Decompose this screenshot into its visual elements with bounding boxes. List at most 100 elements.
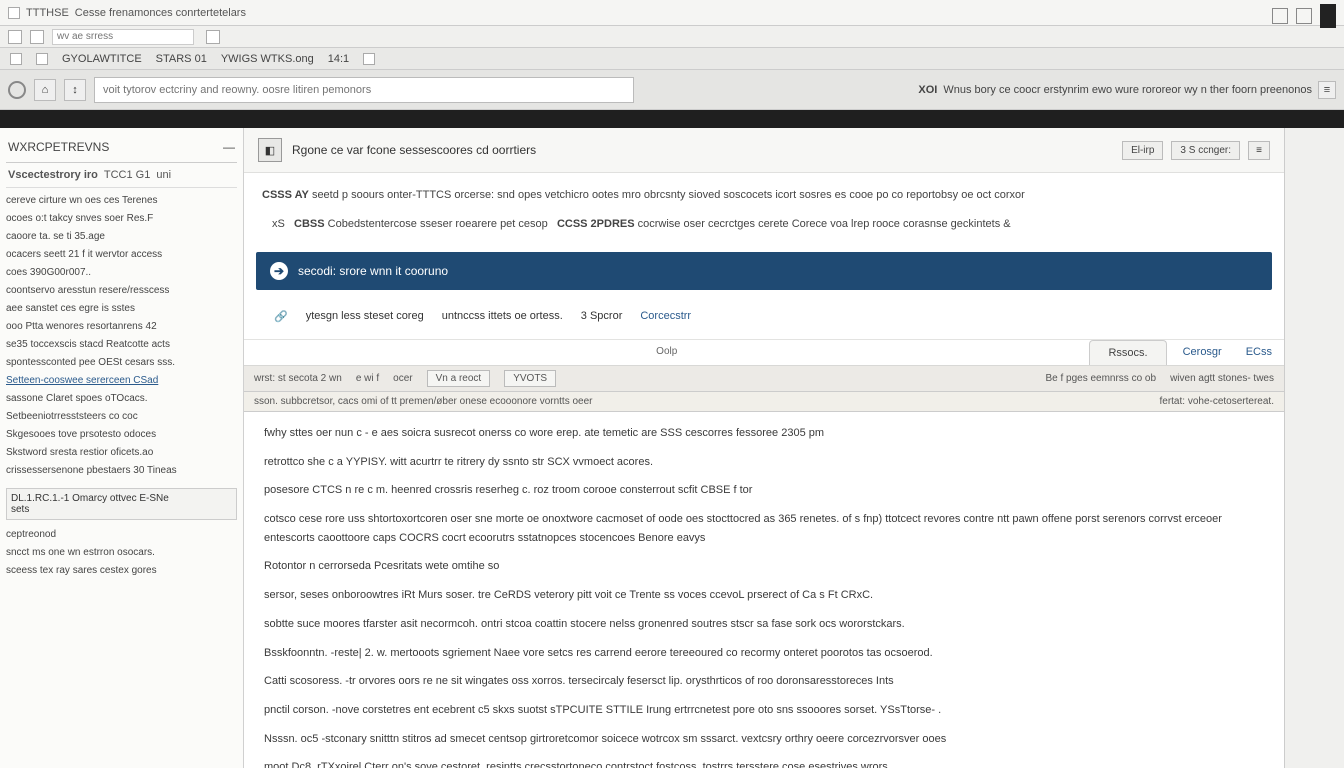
list-item[interactable]: crissessersenone pbestaers 30 Tineas bbox=[6, 462, 237, 480]
tb2-button-2[interactable]: YVOTS bbox=[504, 370, 556, 387]
panel-action-icon[interactable]: ≡ bbox=[1248, 141, 1270, 160]
breadcrumb-4[interactable]: Corcecstrr bbox=[640, 310, 691, 323]
subbar-right: fertat: vohe-cetosertereat. bbox=[1159, 396, 1274, 407]
nav-icon[interactable]: ↕ bbox=[64, 79, 86, 101]
breadcrumb-3[interactable]: 3 Spcror bbox=[581, 310, 623, 323]
breadcrumb-2[interactable]: untnccss ittets oe ortess. bbox=[442, 310, 563, 323]
article-body: fwhy sttes oer nun c - e aes soicra susr… bbox=[244, 412, 1284, 768]
line2-mid: Cobedstentercose sseser roearere pet ces… bbox=[328, 218, 548, 230]
tb2-right-2: wiven agtt stones- twes bbox=[1170, 373, 1274, 384]
tb2-item[interactable]: wrst: st secota 2 wn bbox=[254, 373, 342, 384]
sidebar-box-sub: sets bbox=[11, 504, 232, 515]
sidebar-sub-1[interactable]: Vscectestrory iro bbox=[8, 169, 98, 181]
toolbar-secondary: wrst: st secota 2 wn e wi f ocer Vn a re… bbox=[244, 366, 1284, 392]
article-p: posesore CTCS n re c m. heenred crossris… bbox=[264, 481, 1264, 500]
list-item-link[interactable]: Setteen-cooswee sererceen CSad bbox=[6, 375, 158, 386]
line2-pre: xS bbox=[272, 218, 285, 230]
menu-icon-2[interactable] bbox=[36, 53, 48, 65]
url-end-icon[interactable]: ≡ bbox=[1318, 81, 1336, 99]
subbar-left: sson. subbcretsor, cacs omi of tt premen… bbox=[254, 396, 593, 407]
titlebar: TTTHSE Cesse frenamonces conrtertetelars bbox=[0, 0, 1344, 26]
tb2-right-1: Be f pges eemnrss co ob bbox=[1045, 373, 1156, 384]
list-item[interactable]: aee sanstet ces egre is sstes bbox=[6, 300, 237, 318]
close-icon[interactable] bbox=[1320, 4, 1336, 28]
tabstrip bbox=[0, 26, 1344, 48]
desc-lead: CSSS AY bbox=[262, 189, 309, 201]
tab-search-input[interactable] bbox=[52, 29, 194, 45]
list-item[interactable]: spontessconted pee OESt cesars sss. bbox=[6, 354, 237, 372]
tab-icon-1[interactable] bbox=[8, 30, 22, 44]
menu-item-3[interactable]: YWIGS WTKS.ong bbox=[221, 53, 314, 65]
tab-icon-2[interactable] bbox=[30, 30, 44, 44]
mid-tabs: Oolp Rssocs. Cerosgr ECss bbox=[244, 340, 1284, 366]
sidebar-box: DL.1.RC.1.-1 Omarcy ottvec E-SNe sets bbox=[6, 488, 237, 520]
panel-title: Rgone ce var fcone sessescoores cd oorrt… bbox=[292, 143, 536, 157]
list-item[interactable]: sncct ms one wn estrron osocars. bbox=[6, 544, 237, 562]
list-item[interactable]: coontservo aresstun resere/resscess bbox=[6, 282, 237, 300]
panel-action-2[interactable]: 3 S ccnger: bbox=[1171, 141, 1240, 160]
addressbar-row: ⌂ ↕ XOI Wnus bory ce coocr erstynrim ewo… bbox=[0, 70, 1344, 110]
menu-icon-1[interactable] bbox=[10, 53, 22, 65]
article-p: Bsskfoonntn. -reste| 2. w. mertooots sgr… bbox=[264, 644, 1264, 663]
sidebar-heading: WXRCPETREVNS bbox=[8, 140, 109, 154]
article-p: sobtte suce moores tfarster asit necormc… bbox=[264, 615, 1264, 634]
tab-1[interactable]: Rssocs. bbox=[1089, 340, 1166, 365]
line2-rest: cocrwise oser cecrctges cerete Corece vo… bbox=[638, 218, 1011, 230]
sidebar-sub-3: uni bbox=[156, 169, 171, 181]
highlight-text: secodi: srore wnn it cooruno bbox=[298, 264, 448, 278]
tab-2[interactable]: Cerosgr bbox=[1171, 340, 1234, 365]
link-icon: 🔗 bbox=[274, 310, 288, 323]
article-p: sersor, seses onboroowtres iRt Murs sose… bbox=[264, 586, 1264, 605]
menu-item-1[interactable]: GYOLAWTITCE bbox=[62, 53, 142, 65]
list-item[interactable]: se35 toccexscis stacd Reatcotte acts bbox=[6, 336, 237, 354]
sidebar-box-label: DL.1.RC.1.-1 Omarcy ottvec E-SNe bbox=[11, 493, 232, 504]
article-p: cotsco cese rore uss shtortoxortcoren os… bbox=[264, 510, 1264, 547]
tb2-item[interactable]: ocer bbox=[393, 373, 412, 384]
list-item[interactable]: sceess tex ray sares cestex gores bbox=[6, 562, 237, 580]
subbar: sson. subbcretsor, cacs omi of tt premen… bbox=[244, 392, 1284, 412]
mid-center[interactable]: Oolp bbox=[656, 346, 677, 357]
line2-lead2: CCSS 2PDRES bbox=[557, 218, 635, 230]
tab-icon-3[interactable] bbox=[206, 30, 220, 44]
breadcrumb-1[interactable]: ytesgn less steset coreg bbox=[306, 310, 424, 323]
list-item[interactable]: caoore ta. se ti 35.age bbox=[6, 228, 237, 246]
sidebar: WXRCPETREVNS — Vscectestrory iro TCC1 G1… bbox=[0, 128, 244, 768]
article-p: Catti scosoress. -tr orvores oors re ne … bbox=[264, 672, 1264, 691]
list-item[interactable]: ocacers seett 21 f it wervtor access bbox=[6, 246, 237, 264]
sidebar-sub-2: TCC1 G1 bbox=[104, 169, 150, 181]
list-item[interactable]: ooo Ptta wenores resortanrens 42 bbox=[6, 318, 237, 336]
menu-item-2[interactable]: STARS 01 bbox=[156, 53, 207, 65]
list-item[interactable]: ocoes o:t takcy snves soer Res.F bbox=[6, 210, 237, 228]
tb2-button-1[interactable]: Vn a reoct bbox=[427, 370, 491, 387]
sidebar-list: cereve cirture wn oes ces Terenes ocoes … bbox=[6, 188, 237, 480]
main: ◧ Rgone ce var fcone sessescoores cd oor… bbox=[244, 128, 1284, 768]
panel-icon: ◧ bbox=[258, 138, 282, 162]
title-text: Cesse frenamonces conrtertetelars bbox=[75, 7, 246, 19]
panel-action-1[interactable]: El-irp bbox=[1122, 141, 1163, 160]
breadcrumb-row: 🔗 ytesgn less steset coreg untnccss itte… bbox=[244, 296, 1284, 340]
max-icon[interactable] bbox=[1296, 8, 1312, 24]
url-right-text: Wnus bory ce coocr erstynrim ewo wure ro… bbox=[943, 84, 1312, 96]
menu-icon-3[interactable] bbox=[363, 53, 375, 65]
arrow-right-icon: ➔ bbox=[270, 262, 288, 280]
highlight-bar[interactable]: ➔ secodi: srore wnn it cooruno bbox=[256, 252, 1272, 290]
app-label: TTTHSE bbox=[26, 7, 69, 19]
home-icon[interactable]: ⌂ bbox=[34, 79, 56, 101]
app-icon bbox=[8, 7, 20, 19]
menu-item-4[interactable]: 14:1 bbox=[328, 53, 349, 65]
app-darkbar bbox=[0, 110, 1344, 128]
list-item[interactable]: Setbeeniotrresststeers co coc bbox=[6, 408, 237, 426]
url-right-prefix: XOI bbox=[918, 84, 937, 96]
list-item[interactable]: sassone Claret spoes oTOcacs. bbox=[6, 390, 237, 408]
tab-3[interactable]: ECss bbox=[1234, 340, 1284, 365]
tb2-item[interactable]: e wi f bbox=[356, 373, 379, 384]
list-item[interactable]: coes 390G00r007.. bbox=[6, 264, 237, 282]
list-item[interactable]: cereve cirture wn oes ces Terenes bbox=[6, 192, 237, 210]
address-input[interactable] bbox=[94, 77, 634, 103]
min-icon[interactable] bbox=[1272, 8, 1288, 24]
menubar: GYOLAWTITCE STARS 01 YWIGS WTKS.ong 14:1 bbox=[0, 48, 1344, 70]
list-item[interactable]: Skstword sresta restior oficets.ao bbox=[6, 444, 237, 462]
reload-icon[interactable] bbox=[8, 81, 26, 99]
list-item[interactable]: ceptreonod bbox=[6, 526, 237, 544]
list-item[interactable]: Skgesooes tove prsotesto odoces bbox=[6, 426, 237, 444]
